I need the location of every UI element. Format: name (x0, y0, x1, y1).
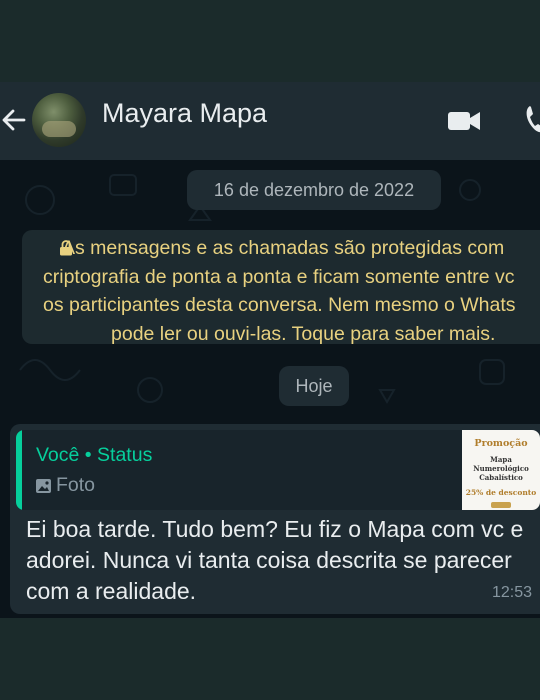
today-chip: Hoje (279, 366, 349, 406)
chat-area[interactable]: 16 de dezembro de 2022 As mensagens e as… (0, 160, 540, 618)
thumbnail-promo-label: Promoção (474, 438, 528, 449)
encryption-line-2: criptografia de ponta a ponta e ficam so… (43, 265, 515, 288)
quote-kind: Foto (36, 474, 95, 497)
encryption-line-1: As mensagens e as chamadas são protegida… (62, 237, 505, 259)
message-bubble[interactable]: Você • Status Foto Promoção Mapa Numerol… (10, 424, 540, 614)
encryption-line-4: pode ler ou ouvi-las. Toque para saber m… (111, 322, 496, 345)
quote-title: Você • Status (36, 444, 153, 466)
thumbnail-discount-label: 25% de desconto (465, 488, 537, 497)
bottom-background (0, 618, 540, 700)
arrow-left-icon[interactable] (0, 102, 30, 138)
quote-kind-label: Foto (56, 474, 96, 496)
avatar[interactable] (32, 93, 86, 147)
contact-name[interactable]: Mayara Mapa (102, 98, 267, 129)
thumbnail-logo (491, 502, 511, 508)
top-background (0, 0, 540, 82)
thumbnail-product-label: Mapa Numerológico Cabalístico (473, 455, 529, 482)
status-reply-quote[interactable]: Você • Status Foto Promoção Mapa Numerol… (16, 430, 540, 510)
encryption-line: As mensagens e as chamadas são protegida… (22, 234, 540, 263)
phone-icon[interactable] (522, 100, 540, 140)
message-time: 12:53 (492, 584, 533, 601)
video-camera-icon[interactable] (446, 104, 482, 138)
quote-accent-bar (16, 430, 22, 510)
status-thumbnail[interactable]: Promoção Mapa Numerológico Cabalístico 2… (462, 430, 540, 510)
message-text: Ei boa tarde. Tudo bem? Eu fiz o Mapa co… (26, 516, 524, 604)
chat-header: Mayara Mapa (0, 82, 540, 160)
photo-icon (36, 478, 51, 493)
encryption-notice[interactable]: As mensagens e as chamadas são protegida… (22, 230, 540, 345)
date-chip: 16 de dezembro de 2022 (187, 170, 441, 210)
encryption-line-3: os participantes desta conversa. Nem mes… (43, 294, 516, 316)
lock-icon (60, 240, 72, 256)
